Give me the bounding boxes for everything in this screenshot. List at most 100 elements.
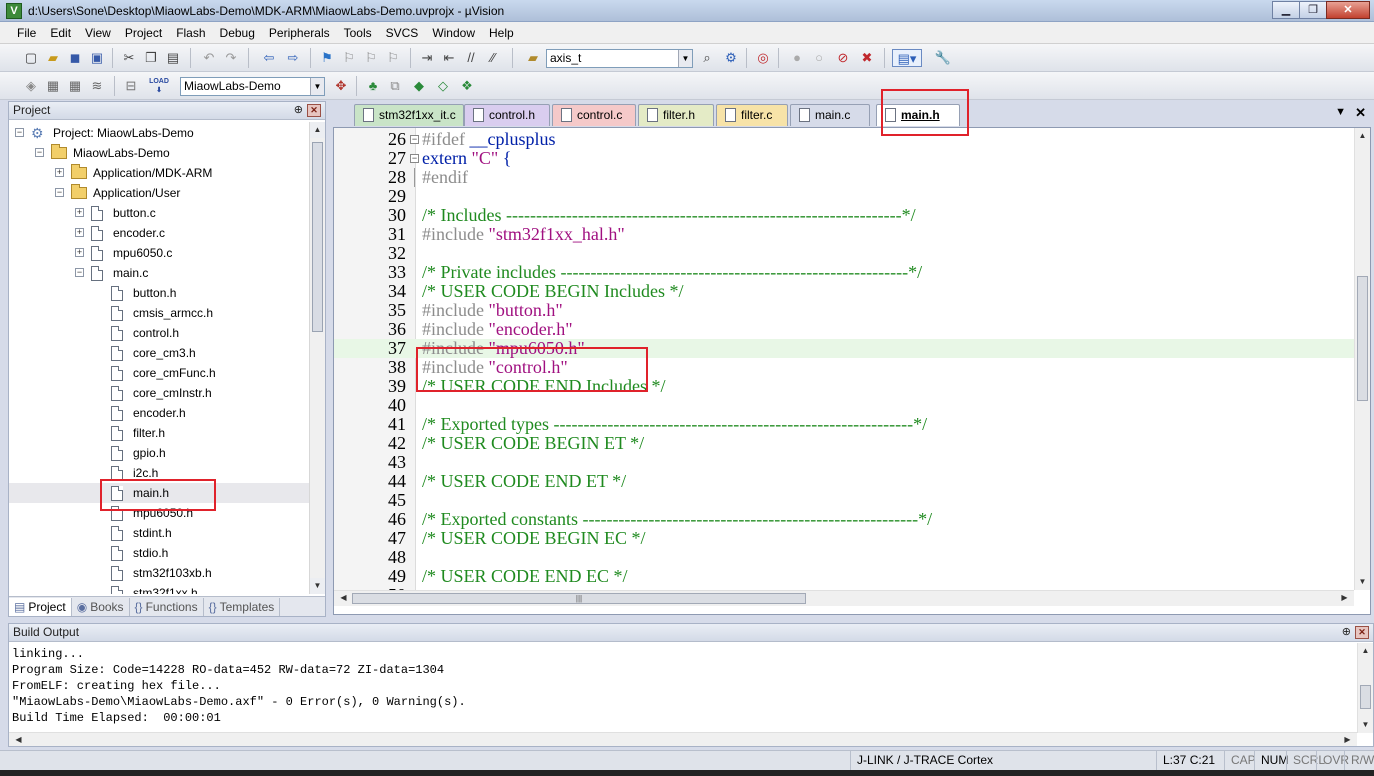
menu-view[interactable]: View bbox=[78, 23, 118, 43]
pack-installer-icon[interactable]: ◇ bbox=[434, 77, 452, 95]
editor-tab-main-h[interactable]: main.h bbox=[876, 104, 960, 126]
tree-item[interactable]: encoder.h bbox=[9, 403, 309, 423]
menu-help[interactable]: Help bbox=[482, 23, 521, 43]
batch-build-icon[interactable]: ≋ bbox=[88, 77, 106, 95]
code-line[interactable]: 33 /* Private includes ------------------… bbox=[334, 263, 1354, 282]
expand-icon[interactable]: + bbox=[75, 248, 84, 257]
stop-build-icon[interactable]: ⊟ bbox=[122, 77, 140, 95]
clear-bookmarks-icon[interactable]: ⚐ bbox=[384, 49, 402, 67]
rebuild-icon[interactable]: ▦ bbox=[66, 77, 84, 95]
scroll-thumb[interactable] bbox=[312, 142, 323, 332]
select-pack-icon[interactable]: ◆ bbox=[410, 77, 428, 95]
tree-item[interactable]: cmsis_armcc.h bbox=[9, 303, 309, 323]
editor-tab-control-c[interactable]: control.c bbox=[552, 104, 636, 126]
breakpoint-icon[interactable]: ● bbox=[788, 49, 806, 67]
menu-debug[interactable]: Debug bbox=[213, 23, 262, 43]
next-bookmark-icon[interactable]: ⚐ bbox=[362, 49, 380, 67]
prev-bookmark-icon[interactable]: ⚐ bbox=[340, 49, 358, 67]
close-tab-icon[interactable]: ✕ bbox=[1355, 105, 1366, 121]
undo-icon[interactable]: ↶ bbox=[200, 49, 218, 67]
build-output-scrollbar[interactable]: ▲ ▼ bbox=[1357, 643, 1373, 733]
navigate-back-icon[interactable]: ⇦ bbox=[260, 49, 278, 67]
chevron-down-icon[interactable]: ▼ bbox=[310, 78, 324, 95]
tree-item[interactable]: button.h bbox=[9, 283, 309, 303]
save-all-icon[interactable]: ▣ bbox=[88, 49, 106, 67]
scroll-down-icon[interactable]: ▼ bbox=[1358, 717, 1373, 733]
cut-icon[interactable]: ✂ bbox=[120, 49, 138, 67]
code-line[interactable]: 44 /* USER CODE END ET */ bbox=[334, 472, 1354, 491]
tree-item[interactable]: stdint.h bbox=[9, 523, 309, 543]
tree-item[interactable]: main.h bbox=[9, 483, 309, 503]
tree-item[interactable]: core_cm3.h bbox=[9, 343, 309, 363]
manage-items-icon[interactable]: ⧉ bbox=[386, 77, 404, 95]
editor-vertical-scrollbar[interactable]: ▲ ▼ bbox=[1354, 128, 1370, 590]
tree-item[interactable]: stm32f103xb.h bbox=[9, 563, 309, 583]
kill-all-breakpoints-icon[interactable]: ✖ bbox=[858, 49, 876, 67]
load-download-icon[interactable]: LOAD ⬇ bbox=[148, 77, 170, 95]
scroll-thumb[interactable]: ||| bbox=[352, 593, 806, 604]
panel-tab-templates[interactable]: {} Templates bbox=[204, 597, 281, 616]
menu-window[interactable]: Window bbox=[425, 23, 482, 43]
code-line[interactable]: 38 #include "control.h" bbox=[334, 358, 1354, 377]
build-output-hscrollbar[interactable]: ◀ ▶ bbox=[9, 732, 1357, 746]
panel-tab-books[interactable]: ◉ Books bbox=[72, 597, 130, 616]
scroll-down-icon[interactable]: ▼ bbox=[310, 578, 325, 594]
close-panel-icon[interactable]: ✕ bbox=[307, 104, 321, 117]
code-line[interactable]: 36 #include "encoder.h" bbox=[334, 320, 1354, 339]
menu-project[interactable]: Project bbox=[118, 23, 169, 43]
tree-item[interactable]: filter.h bbox=[9, 423, 309, 443]
find-icon[interactable]: ⌕ bbox=[698, 49, 716, 67]
code-line[interactable]: 31 #include "stm32f1xx_hal.h" bbox=[334, 225, 1354, 244]
code-line[interactable]: 48 bbox=[334, 548, 1354, 567]
editor-tab-filter-h[interactable]: filter.h bbox=[638, 104, 714, 126]
tab-list-icon[interactable]: ▼ bbox=[1335, 106, 1346, 118]
tree-item[interactable]: − Application/User bbox=[9, 183, 309, 203]
target-options-icon[interactable]: ✥ bbox=[332, 77, 350, 95]
panel-tab-project[interactable]: ▤ Project bbox=[9, 597, 72, 616]
collapse-icon[interactable]: − bbox=[75, 268, 84, 277]
editor-tab-control-h[interactable]: control.h bbox=[464, 104, 550, 126]
scroll-thumb[interactable] bbox=[1357, 276, 1368, 401]
code-editor[interactable]: 26− #ifdef __cplusplus 27− extern "C" {28 #e… bbox=[333, 127, 1371, 615]
open-folder-icon[interactable]: ▰ bbox=[44, 49, 62, 67]
close-window-button[interactable]: ✕ bbox=[1326, 1, 1370, 19]
code-line[interactable]: 39 /* USER CODE END Includes */ bbox=[334, 377, 1354, 396]
scroll-left-icon[interactable]: ◀ bbox=[336, 591, 351, 605]
save-icon[interactable]: ◼ bbox=[66, 49, 84, 67]
project-tree-scrollbar[interactable]: ▲ ▼ bbox=[309, 122, 325, 594]
tree-item[interactable]: − MiaowLabs-Demo bbox=[9, 143, 309, 163]
disable-all-breakpoints-icon[interactable]: ⊘ bbox=[834, 49, 852, 67]
code-line[interactable]: 46 /* Exported constants ----------------… bbox=[334, 510, 1354, 529]
tree-item[interactable]: core_cmFunc.h bbox=[9, 363, 309, 383]
code-line[interactable]: 40 bbox=[334, 396, 1354, 415]
menu-file[interactable]: File bbox=[10, 23, 43, 43]
code-line[interactable]: 26− #ifdef __cplusplus bbox=[334, 130, 1354, 149]
translate-icon[interactable]: ◈ bbox=[22, 77, 40, 95]
tree-item[interactable]: core_cmInstr.h bbox=[9, 383, 309, 403]
scroll-up-icon[interactable]: ▲ bbox=[1355, 128, 1370, 144]
fold-toggle-icon[interactable]: − bbox=[410, 135, 419, 144]
code-line[interactable]: 37 #include "mpu6050.h" bbox=[334, 339, 1354, 358]
pin-icon[interactable]: ⊕ bbox=[1342, 624, 1351, 641]
code-line[interactable]: 34 /* USER CODE BEGIN Includes */ bbox=[334, 282, 1354, 301]
code-line[interactable]: 42 /* USER CODE BEGIN ET */ bbox=[334, 434, 1354, 453]
code-line[interactable]: 49 /* USER CODE END EC */ bbox=[334, 567, 1354, 586]
pin-icon[interactable]: ⊕ bbox=[294, 102, 303, 119]
menu-svcs[interactable]: SVCS bbox=[379, 23, 426, 43]
code-line[interactable]: 30 /* Includes --------------------------… bbox=[334, 206, 1354, 225]
redo-icon[interactable]: ↷ bbox=[222, 49, 240, 67]
menu-peripherals[interactable]: Peripherals bbox=[262, 23, 337, 43]
find-combo[interactable]: axis_t ▼ bbox=[546, 49, 693, 68]
restore-button[interactable]: ❐ bbox=[1299, 1, 1327, 19]
scroll-right-icon[interactable]: ▶ bbox=[1337, 591, 1352, 605]
uncomment-icon[interactable]: ⁄⁄ bbox=[484, 49, 502, 67]
scroll-thumb[interactable] bbox=[1360, 685, 1371, 709]
collapse-icon[interactable]: − bbox=[15, 128, 24, 137]
indent-icon[interactable]: ⇥ bbox=[418, 49, 436, 67]
scroll-right-icon[interactable]: ▶ bbox=[1340, 733, 1355, 746]
editor-tab-stm32f1xx-it-c[interactable]: stm32f1xx_it.c bbox=[354, 104, 464, 126]
code-line[interactable]: 35 #include "button.h" bbox=[334, 301, 1354, 320]
editor-tab-main-c[interactable]: main.c bbox=[790, 104, 870, 126]
code-line[interactable]: 28 #endif bbox=[334, 168, 1354, 187]
tree-item[interactable]: i2c.h bbox=[9, 463, 309, 483]
